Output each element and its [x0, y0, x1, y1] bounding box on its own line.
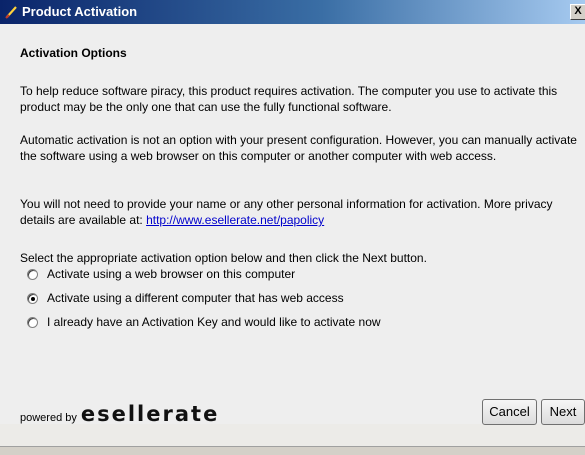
- next-button[interactable]: Next: [541, 399, 585, 425]
- esellerate-logo: esellerate: [80, 402, 220, 426]
- section-heading: Activation Options: [20, 46, 127, 60]
- radio-button[interactable]: [27, 316, 38, 328]
- option-have-activation-key[interactable]: I already have an Activation Key and wou…: [27, 314, 381, 330]
- option-different-computer[interactable]: Activate using a different computer that…: [27, 290, 344, 306]
- title-bar[interactable]: Product Activation X: [0, 0, 585, 24]
- privacy-policy-link[interactable]: http://www.esellerate.net/papolicy: [146, 213, 324, 227]
- radio-button[interactable]: [27, 268, 38, 280]
- product-activation-icon: [5, 6, 17, 19]
- close-button[interactable]: X: [570, 4, 585, 20]
- option-label: I already have an Activation Key and wou…: [47, 315, 381, 329]
- radio-button-selected[interactable]: [27, 292, 38, 304]
- option-web-browser-this-computer[interactable]: Activate using a web browser on this com…: [27, 266, 295, 282]
- esellerate-branding: powered by esellerate: [20, 402, 219, 426]
- privacy-paragraph: You will not need to provide your name o…: [20, 196, 580, 228]
- option-label: Activate using a web browser on this com…: [47, 267, 296, 281]
- dialog-content: Activation Options To help reduce softwa…: [0, 24, 585, 426]
- powered-by-text: powered by: [20, 412, 77, 424]
- instruction-text: Select the appropriate activation option…: [20, 251, 427, 265]
- automatic-activation-paragraph: Automatic activation is not an option wi…: [20, 133, 577, 163]
- window-title: Product Activation: [22, 4, 138, 19]
- cancel-button[interactable]: Cancel: [482, 399, 537, 425]
- option-label: Activate using a different computer that…: [47, 291, 344, 305]
- intro-paragraph: To help reduce software piracy, this pro…: [20, 84, 558, 114]
